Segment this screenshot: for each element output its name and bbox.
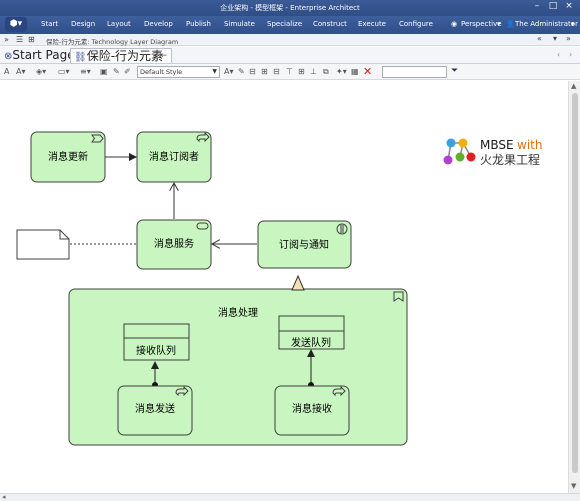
maximize-button[interactable]: □ — [546, 1, 560, 11]
msg-subscriber-element[interactable]: 消息订阅者 — [136, 131, 212, 183]
filter-icon[interactable]: ⏷ — [451, 66, 458, 76]
nav-dropdown-icon[interactable]: ▾ — [553, 34, 557, 43]
fill-color-icon[interactable]: ◈▾ — [36, 67, 46, 76]
svg-text:订阅与通知: 订阅与通知 — [279, 238, 329, 251]
layout-icon[interactable]: ✦▾ — [336, 67, 347, 76]
msg-send-element[interactable]: 消息发送 — [117, 385, 193, 436]
note-shape[interactable] — [16, 229, 70, 260]
realization-arrow — [291, 274, 305, 291]
subscribe-notify-element[interactable]: 订阅与通知 — [257, 220, 352, 269]
tab-execute[interactable]: Execute — [358, 20, 386, 28]
send-queue-element[interactable]: 发送队列 — [278, 315, 345, 350]
logo-with: with — [517, 138, 542, 152]
toolbar-search-input[interactable] — [382, 66, 447, 78]
svg-text:消息服务: 消息服务 — [154, 237, 194, 250]
style-select[interactable]: Default Style ▼ — [137, 66, 220, 78]
svg-text:消息订阅者: 消息订阅者 — [149, 150, 199, 163]
chevron-down-icon: ▼ — [212, 68, 217, 75]
logo-node-yellow — [458, 138, 468, 148]
window-title: 企业架构 - 模型框架 - Enterprise Architect — [220, 4, 360, 12]
line-color-icon[interactable]: ▭▾ — [58, 67, 70, 76]
diagram-icon: ⛓ — [74, 52, 87, 63]
scroll-down-icon[interactable]: ▼ — [571, 482, 576, 490]
align-center-icon[interactable]: ⊞ — [261, 67, 268, 76]
diagram-canvas[interactable]: 消息处理 消息更新 消息订阅者 消息服务 订阅与通知 接收队列 发送队列 消息发… — [0, 81, 568, 493]
chevron-down-icon[interactable]: ▾ — [497, 20, 501, 28]
perspective-icon[interactable]: ◉ — [451, 20, 457, 28]
diagram-toolbar: A A▾ ◈▾ ▭▾ ≡▾ ▣ ✎ ✐ Default Style ▼ A▾ ✎… — [0, 64, 580, 80]
brush2-icon[interactable]: ✎ — [238, 67, 245, 76]
perspective-button[interactable]: Perspective — [461, 20, 502, 28]
logo-mbse: MBSE — [480, 138, 514, 152]
msg-update-element[interactable]: 消息更新 — [30, 131, 106, 183]
close-tab-icon[interactable]: ⇤ — [159, 49, 167, 64]
ribbon-tabs: ⬢▾ Start Design Layout Develop Publish S… — [0, 16, 580, 34]
logo-node-green — [455, 152, 465, 162]
close-button[interactable]: × — [562, 1, 576, 11]
horizontal-scrollbar[interactable]: ◂ — [0, 493, 580, 501]
line-width-icon[interactable]: ≡▾ — [80, 67, 91, 76]
user-button[interactable]: The Administrator — [515, 20, 578, 28]
tab-specialize[interactable]: Specialize — [267, 20, 302, 28]
user-icon[interactable]: 👤 — [506, 20, 515, 28]
collapse-left-icon[interactable]: « — [537, 34, 542, 43]
tab-layout[interactable]: Layout — [107, 20, 131, 28]
align-left-icon[interactable]: ⊟ — [249, 67, 256, 76]
msg-service-element[interactable]: 消息服务 — [136, 219, 212, 270]
logo-node-red — [466, 152, 476, 162]
font-icon[interactable]: A — [4, 67, 9, 76]
font-color-icon[interactable]: A▾ — [16, 67, 26, 76]
hierarchy-icon[interactable]: ⊞ — [28, 35, 35, 44]
diagram-svg: 消息处理 消息更新 消息订阅者 消息服务 订阅与通知 接收队列 发送队列 消息发… — [16, 131, 542, 446]
pencil-icon[interactable]: ✐ — [124, 67, 131, 76]
delete-icon[interactable]: ✕ — [363, 65, 372, 78]
align-middle-icon[interactable]: ⊞ — [298, 67, 305, 76]
app-menu-icon[interactable]: ⬢▾ — [5, 17, 27, 32]
text-style-icon[interactable]: A▾ — [224, 67, 234, 76]
collapse-right-icon[interactable]: » — [566, 34, 571, 43]
svg-text:消息更新: 消息更新 — [48, 150, 88, 163]
msg-recv-element[interactable]: 消息接收 — [274, 385, 350, 436]
expand-icon[interactable]: » — [4, 35, 9, 44]
tab-scroll-left-icon[interactable]: ‹ — [557, 50, 560, 59]
tab-publish[interactable]: Publish — [186, 20, 211, 28]
scroll-thumb[interactable] — [572, 93, 578, 473]
msg-processing-label: 消息处理 — [218, 306, 258, 319]
scroll-left-icon[interactable]: ◂ — [2, 493, 6, 501]
svg-text:接收队列: 接收队列 — [136, 344, 176, 357]
document-tabs: ⊗Start Page ⛓保险-行为元素 ⇤ ‹ › — [0, 47, 580, 64]
breadcrumb[interactable]: 保险-行为元素: Technology Layer Diagram — [46, 36, 178, 46]
scroll-up-icon[interactable]: ▲ — [571, 82, 576, 90]
svg-text:消息发送: 消息发送 — [135, 402, 175, 415]
tab-start[interactable]: Start — [41, 20, 58, 28]
tab-design[interactable]: Design — [71, 20, 95, 28]
logo-node-purple — [443, 155, 453, 165]
svg-text:发送队列: 发送队列 — [291, 336, 331, 349]
logo-node-blue — [446, 138, 456, 148]
align-bottom-icon[interactable]: ⊥ — [310, 67, 317, 76]
title-bar: 企业架构 - 模型框架 - Enterprise Architect – □ × — [0, 0, 580, 16]
align-top-icon[interactable]: ⊤ — [286, 67, 293, 76]
mbse-logo: MBSE with 火龙果工程 — [443, 138, 542, 167]
tab-scroll-right-icon[interactable]: › — [569, 50, 572, 59]
tab-simulate[interactable]: Simulate — [224, 20, 255, 28]
user-menu-chevron-icon[interactable]: ▾ — [571, 20, 575, 28]
tab-configure[interactable]: Configure — [399, 20, 433, 28]
vertical-scrollbar[interactable]: ▲ ▼ — [568, 81, 580, 493]
tab-develop[interactable]: Develop — [144, 20, 173, 28]
svg-text:消息接收: 消息接收 — [292, 402, 332, 415]
tab-construct[interactable]: Construct — [313, 20, 347, 28]
align-right-icon[interactable]: ⊟ — [273, 67, 280, 76]
logo-subtitle: 火龙果工程 — [480, 152, 540, 167]
tab-diagram[interactable]: ⛓保险-行为元素 ⇤ — [70, 48, 172, 63]
recv-queue-element[interactable]: 接收队列 — [123, 323, 190, 361]
brush-icon[interactable]: ✎ — [113, 67, 120, 76]
breadcrumb-bar: » ☰ ⊞ 保险-行为元素: Technology Layer Diagram … — [0, 34, 580, 46]
minimize-button[interactable]: – — [530, 1, 544, 11]
format-painter-icon[interactable]: ▣ — [100, 67, 108, 76]
same-size-icon[interactable]: ⧉ — [323, 67, 329, 77]
back-icon[interactable]: ☰ — [16, 35, 23, 44]
tab-start-page[interactable]: ⊗Start Page — [1, 48, 78, 63]
image-icon[interactable]: ▦ — [351, 67, 359, 76]
